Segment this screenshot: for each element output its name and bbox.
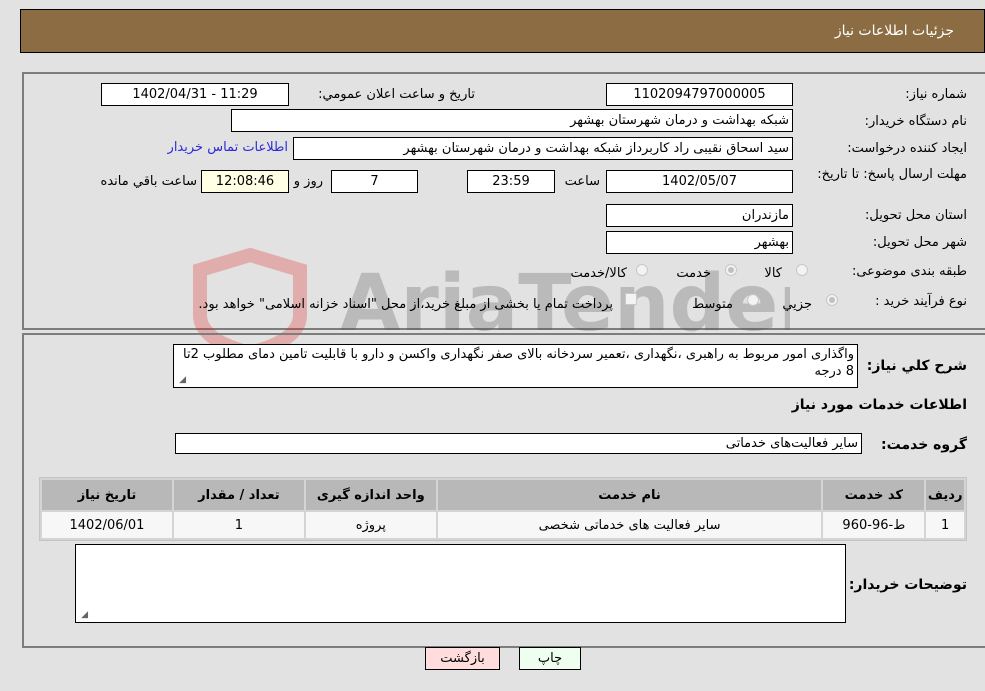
services-section-title: اطلاعات خدمات مورد نیاز	[791, 397, 967, 413]
days-remaining-field: 7	[331, 170, 418, 193]
days-label: روز و	[293, 174, 323, 189]
category-radio-service[interactable]	[725, 264, 737, 276]
process-radio-minor[interactable]	[826, 294, 838, 306]
print-button[interactable]: چاپ	[519, 647, 581, 670]
table-row: 1 ط-96-960 سایر فعالیت های خدماتی شخصی پ…	[42, 512, 964, 538]
treasury-checkbox[interactable]	[625, 293, 637, 305]
process-type-label: نوع فرآیند خرید :	[875, 294, 967, 309]
cell-need-date: 1402/06/01	[42, 512, 172, 538]
announce-datetime-field: 1402/04/31 - 11:29	[101, 83, 289, 106]
deadline-label: مهلت ارسال پاسخ: تا تاریخ:	[817, 167, 967, 182]
buyer-org-field: شبکه بهداشت و درمان شهرستان بهشهر	[231, 109, 793, 132]
category-option-goods-service: کالا/خدمت	[570, 266, 627, 281]
buyer-notes-label: توضیحات خریدار:	[848, 577, 967, 593]
back-button[interactable]: بازگشت	[425, 647, 500, 670]
city-label: شهر محل تحویل:	[872, 235, 967, 250]
col-header-unit: واحد اندازه گیری	[305, 480, 436, 510]
col-header-service-name: نام خدمت	[437, 480, 822, 510]
description-label: شرح كلي نياز:	[866, 358, 967, 374]
description-textarea[interactable]: واگذاری امور مربوط به راهبری ،نگهداری ،ت…	[173, 344, 858, 388]
buyer-contact-link[interactable]: اطلاعات تماس خریدار	[168, 140, 288, 155]
process-radio-medium[interactable]	[747, 294, 759, 306]
requester-label: ایجاد کننده درخواست:	[847, 141, 967, 156]
time-remaining-label: ساعت باقي مانده	[100, 174, 197, 189]
deadline-time-field: 23:59	[467, 170, 555, 193]
category-option-goods: کالا	[764, 266, 782, 281]
process-option-minor: جزيي	[782, 297, 812, 312]
description-text: واگذاری امور مربوط به راهبری ،نگهداری ،ت…	[183, 347, 854, 379]
treasury-note: پرداخت تمام یا بخشی از مبلغ خرید،از محل …	[198, 297, 613, 312]
requester-field: سید اسحاق نقیبی راد کاربرداز شبکه بهداشت…	[293, 137, 793, 160]
page-title: جزئیات اطلاعات نیاز	[834, 23, 954, 39]
province-label: استان محل تحویل:	[865, 208, 967, 223]
cell-unit: پروژه	[305, 512, 436, 538]
city-field: بهشهر	[606, 231, 793, 254]
deadline-time-label: ساعت	[564, 174, 600, 189]
deadline-date-field: 1402/05/07	[606, 170, 793, 193]
cell-quantity: 1	[173, 512, 304, 538]
announce-datetime-label: تاریخ و ساعت اعلان عمومي:	[318, 87, 475, 102]
resize-grip-icon[interactable]: ◢	[78, 610, 88, 620]
service-group-label: گروه خدمت:	[881, 437, 967, 453]
services-table: ردیف کد خدمت نام خدمت واحد اندازه گیری ت…	[39, 477, 967, 541]
buyer-notes-textarea[interactable]: ◢	[75, 544, 846, 623]
category-radio-goods-service[interactable]	[636, 264, 648, 276]
buyer-org-label: نام دستگاه خریدار:	[864, 114, 967, 129]
table-header-row: ردیف کد خدمت نام خدمت واحد اندازه گیری ت…	[42, 480, 964, 510]
cell-service-code: ط-96-960	[823, 512, 925, 538]
category-radio-goods[interactable]	[796, 264, 808, 276]
province-field: مازندران	[606, 204, 793, 227]
process-option-medium: متوسط	[692, 297, 733, 312]
service-group-field: سایر فعالیت‌های خدماتی	[175, 433, 862, 454]
page-header: جزئیات اطلاعات نیاز	[20, 9, 985, 53]
category-option-service: خدمت	[676, 266, 711, 281]
col-header-service-code: کد خدمت	[823, 480, 925, 510]
need-number-label: شماره نیاز:	[905, 87, 967, 102]
need-number-field: 1102094797000005	[606, 83, 793, 106]
time-remaining-field: 12:08:46	[201, 170, 289, 193]
col-header-need-date: تاریخ نیاز	[42, 480, 172, 510]
col-header-quantity: تعداد / مقدار	[173, 480, 304, 510]
cell-row-number: 1	[926, 512, 964, 538]
cell-service-name: سایر فعالیت های خدماتی شخصی	[437, 512, 822, 538]
resize-grip-icon[interactable]: ◢	[176, 375, 186, 385]
col-header-row-number: ردیف	[926, 480, 964, 510]
category-label: طبقه بندی موضوعی:	[851, 264, 967, 279]
